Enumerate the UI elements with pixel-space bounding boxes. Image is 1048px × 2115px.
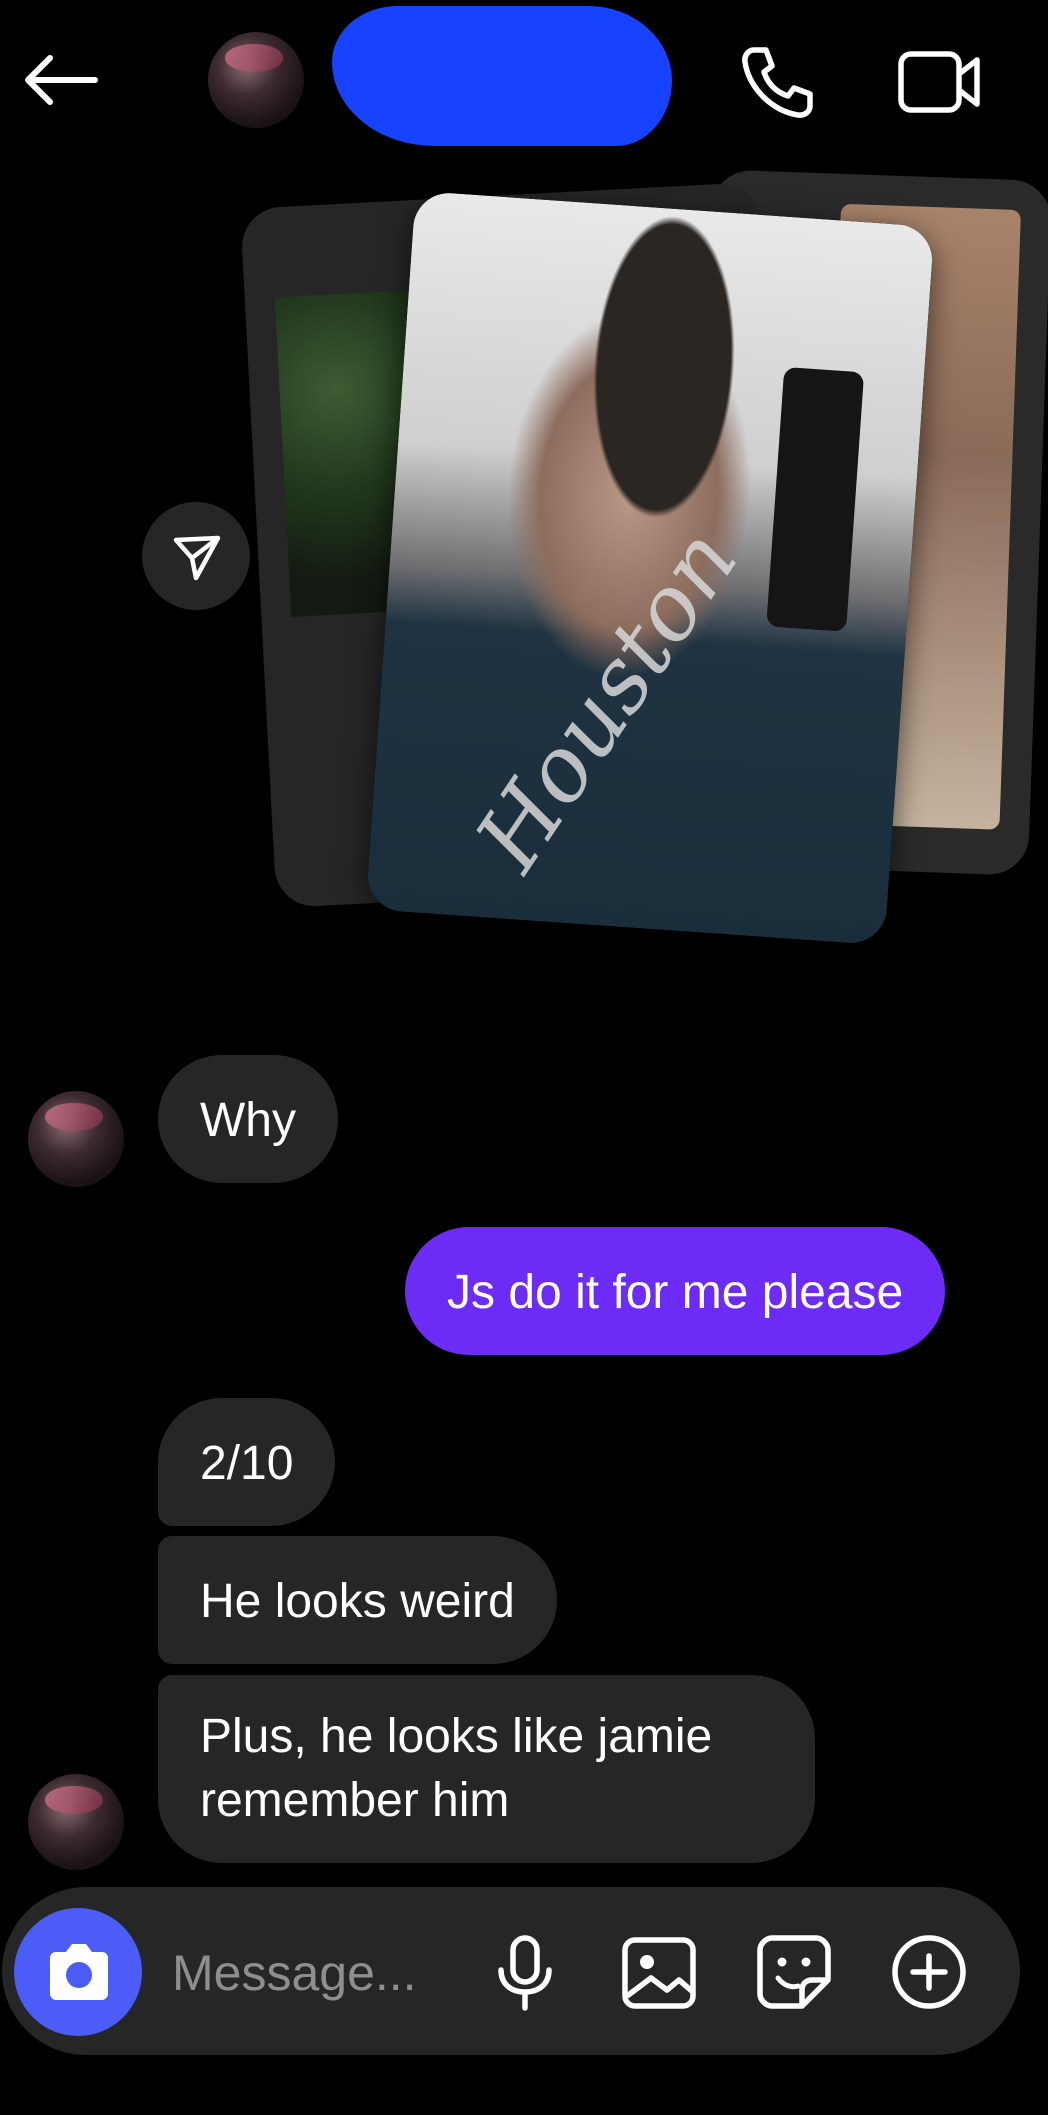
contact-avatar-small[interactable] bbox=[28, 1774, 124, 1870]
microphone-icon bbox=[483, 1930, 567, 2014]
message-incoming[interactable]: 2/10 bbox=[158, 1398, 336, 1526]
phone-icon bbox=[738, 42, 818, 122]
chat-header bbox=[0, 0, 1048, 165]
share-photo-button[interactable] bbox=[142, 502, 250, 610]
arrow-left-icon bbox=[20, 50, 98, 110]
contact-avatar-small[interactable] bbox=[28, 1091, 124, 1187]
mirror-selfie-photo: Houston bbox=[365, 190, 935, 946]
back-button[interactable] bbox=[20, 50, 98, 110]
camera-button[interactable] bbox=[14, 1908, 142, 2036]
video-camera-icon bbox=[895, 42, 985, 122]
image-icon bbox=[617, 1930, 701, 2014]
message-incoming[interactable]: Why bbox=[158, 1055, 338, 1183]
paper-plane-icon bbox=[172, 532, 222, 582]
sticker-icon bbox=[752, 1930, 836, 2014]
video-call-button[interactable] bbox=[895, 42, 985, 122]
gallery-button[interactable] bbox=[617, 1930, 701, 2014]
plus-circle-icon bbox=[887, 1930, 971, 2014]
shared-photo-front[interactable]: Houston bbox=[365, 190, 935, 946]
more-options-button[interactable] bbox=[887, 1930, 971, 2014]
voice-call-button[interactable] bbox=[738, 42, 818, 122]
message-input[interactable] bbox=[170, 1930, 474, 2016]
voice-message-button[interactable] bbox=[483, 1930, 567, 2014]
sticker-button[interactable] bbox=[752, 1930, 836, 2014]
contact-name-redacted[interactable] bbox=[332, 6, 672, 146]
message-outgoing[interactable]: Js do it for me please bbox=[405, 1227, 946, 1355]
contact-avatar[interactable] bbox=[208, 32, 304, 128]
message-incoming[interactable]: Plus, he looks like jamie remember him bbox=[158, 1675, 815, 1863]
camera-icon bbox=[44, 1940, 114, 2004]
message-incoming[interactable]: He looks weird bbox=[158, 1536, 557, 1664]
